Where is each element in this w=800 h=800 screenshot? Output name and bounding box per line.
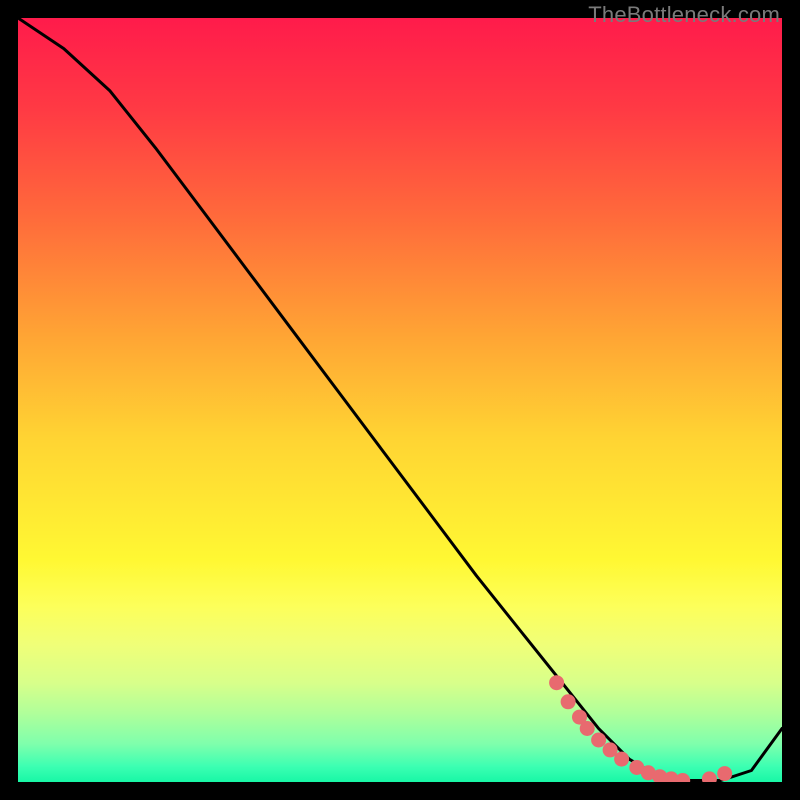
curve-path [18, 18, 782, 781]
valley-marker [549, 675, 564, 690]
marker-series [549, 675, 732, 782]
line-series [18, 18, 782, 781]
valley-marker [591, 733, 606, 748]
watermark-text: TheBottleneck.com [588, 2, 780, 28]
chart-svg [18, 18, 782, 782]
valley-marker [580, 721, 595, 736]
valley-marker [717, 766, 732, 781]
valley-marker [561, 694, 576, 709]
valley-marker [614, 752, 629, 767]
valley-marker [675, 773, 690, 782]
chart-frame: TheBottleneck.com [0, 0, 800, 800]
plot-area [18, 18, 782, 782]
valley-marker [702, 771, 717, 782]
